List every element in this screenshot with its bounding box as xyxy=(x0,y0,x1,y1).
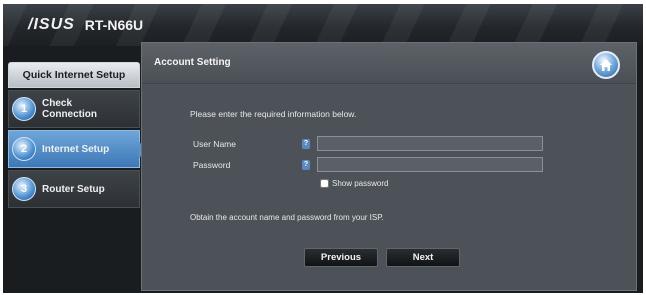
panel-header: Account Setting xyxy=(142,43,636,84)
asus-logo: /ISUS RT-N66U xyxy=(28,16,143,34)
next-button[interactable]: Next xyxy=(386,248,460,267)
home-icon xyxy=(600,59,612,71)
step-number-icon: 1 xyxy=(12,97,36,121)
step-label-line2: Connection xyxy=(42,109,97,120)
show-password-label: Show password xyxy=(332,179,389,188)
sidebar-title: Quick Internet Setup xyxy=(8,62,140,88)
home-button[interactable] xyxy=(592,51,620,79)
step-label-line1: Check xyxy=(42,98,73,109)
step-number-icon: 3 xyxy=(12,177,36,201)
show-password-option[interactable]: Show password xyxy=(320,179,388,188)
help-icon[interactable]: ? xyxy=(302,139,310,149)
model-name: RT-N66U xyxy=(84,17,144,33)
step-label: Router Setup xyxy=(42,183,105,195)
setup-sidebar: Quick Internet Setup 1 Check Connection … xyxy=(8,62,148,208)
panel-title: Account Setting xyxy=(154,57,231,68)
step-label: Internet Setup xyxy=(42,143,110,155)
brand-logo-text: /ISUS xyxy=(28,16,75,33)
step-router-setup[interactable]: 3 Router Setup xyxy=(8,170,140,208)
username-label: User Name xyxy=(193,139,236,149)
previous-button[interactable]: Previous xyxy=(304,248,378,267)
username-input[interactable] xyxy=(317,136,543,151)
header-bar: /ISUS RT-N66U xyxy=(3,4,643,46)
step-number-icon: 2 xyxy=(12,137,36,161)
intro-text: Please enter the required information be… xyxy=(190,109,357,119)
step-internet-setup[interactable]: 2 Internet Setup xyxy=(8,130,148,168)
step-label: Check Connection xyxy=(42,98,97,120)
isp-note: Obtain the account name and password fro… xyxy=(190,213,384,222)
password-input[interactable] xyxy=(317,157,543,172)
show-password-checkbox[interactable] xyxy=(320,179,329,188)
step-check-connection[interactable]: 1 Check Connection xyxy=(8,90,140,128)
help-icon[interactable]: ? xyxy=(302,160,310,170)
password-label: Password xyxy=(193,160,231,170)
